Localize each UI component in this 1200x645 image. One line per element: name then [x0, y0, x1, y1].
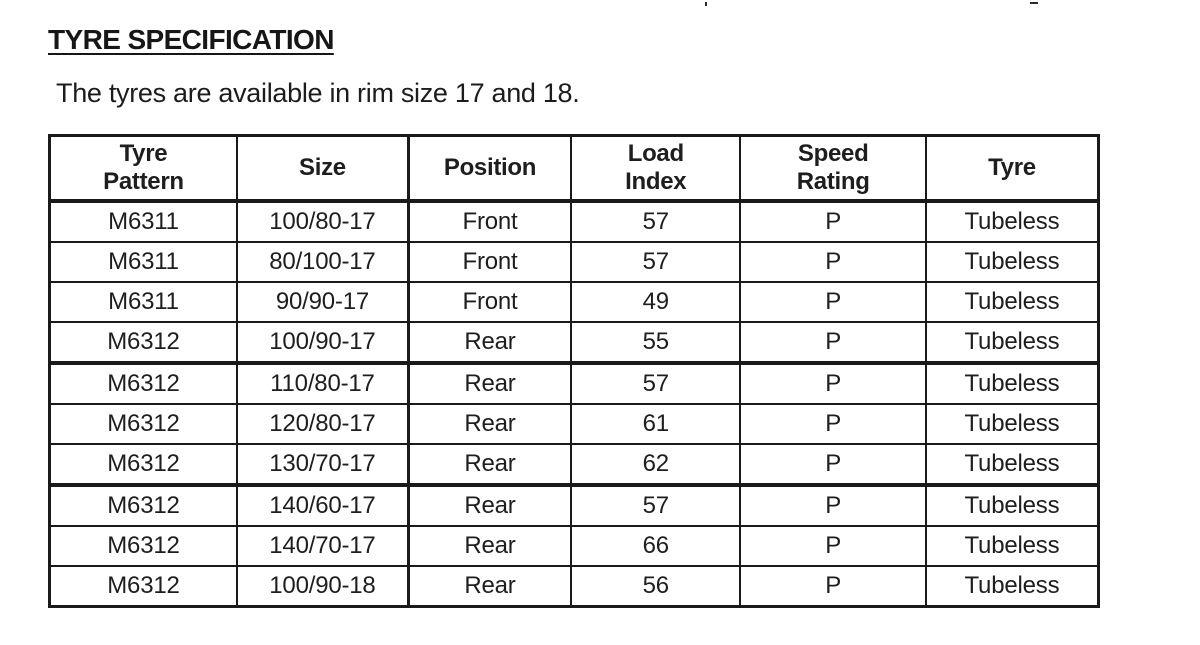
table-row: M6312 130/70-17 Rear 62 P Tubeless	[48, 443, 1100, 486]
cell-position: Front	[407, 241, 573, 283]
cell-speed-rating: P	[739, 362, 927, 405]
cell-size: 140/60-17	[235, 484, 410, 527]
cell-load-index: 66	[570, 525, 742, 567]
cell-tyre-pattern: M6311	[48, 200, 238, 243]
cell-position: Rear	[407, 321, 573, 364]
cropped-previous-text	[0, 0, 1200, 10]
cell-size: 80/100-17	[235, 241, 410, 283]
table-row: M6311 100/80-17 Front 57 P Tubeless	[48, 200, 1100, 243]
cell-tyre-pattern: M6312	[48, 443, 238, 486]
table-row: M6312 100/90-18 Rear 56 P Tubeless	[48, 565, 1100, 608]
cell-speed-rating: P	[739, 241, 927, 283]
header-line: Pattern	[103, 168, 184, 195]
cell-load-index: 49	[570, 281, 742, 323]
cell-tyre: Tubeless	[924, 403, 1100, 445]
cell-tyre-pattern: M6312	[48, 525, 238, 567]
table-row: M6312 110/80-17 Rear 57 P Tubeless	[48, 362, 1100, 405]
cell-speed-rating: P	[739, 200, 927, 243]
cell-size: 90/90-17	[235, 281, 410, 323]
cell-size: 100/80-17	[235, 200, 410, 243]
cell-load-index: 55	[570, 321, 742, 364]
cell-speed-rating: P	[739, 281, 927, 323]
intro-text: The tyres are available in rim size 17 a…	[56, 78, 580, 108]
cell-position: Front	[407, 281, 573, 323]
cell-tyre: Tubeless	[924, 565, 1100, 608]
cell-load-index: 56	[570, 565, 742, 608]
table-row: M6312 100/90-17 Rear 55 P Tubeless	[48, 321, 1100, 364]
table-row: M6312 140/70-17 Rear 66 P Tubeless	[48, 525, 1100, 567]
cell-load-index: 57	[570, 484, 742, 527]
cell-position: Rear	[407, 525, 573, 567]
cell-tyre-pattern: M6311	[48, 241, 238, 283]
cell-position: Rear	[407, 565, 573, 608]
cell-tyre: Tubeless	[924, 362, 1100, 405]
header-position: Position	[407, 134, 573, 202]
header-size: Size	[235, 134, 410, 202]
cell-position: Rear	[407, 362, 573, 405]
cell-position: Front	[407, 200, 573, 243]
header-line: Speed	[797, 140, 869, 167]
cell-tyre-pattern: M6312	[48, 403, 238, 445]
cell-tyre: Tubeless	[924, 321, 1100, 364]
cropped-glyph	[705, 0, 707, 6]
header-row: Tyre Pattern Size Position Load Index Spee…	[48, 134, 1100, 202]
header-speed-rating: Speed Rating	[739, 134, 927, 202]
cell-position: Rear	[407, 443, 573, 486]
table-body: M6311 100/80-17 Front 57 P Tubeless M6311 80/10…	[48, 200, 1100, 608]
header-load-index: Load Index	[570, 134, 742, 202]
tyre-specification-table: Tyre Pattern Size Position Load Index Spee…	[48, 134, 1100, 608]
cell-load-index: 62	[570, 443, 742, 486]
cell-tyre: Tubeless	[924, 525, 1100, 567]
cell-size: 100/90-17	[235, 321, 410, 364]
cell-tyre: Tubeless	[924, 200, 1100, 243]
cell-size: 140/70-17	[235, 525, 410, 567]
cell-load-index: 57	[570, 200, 742, 243]
cell-size: 120/80-17	[235, 403, 410, 445]
cell-tyre: Tubeless	[924, 281, 1100, 323]
section-title: TYRE SPECIFICATION	[48, 24, 334, 55]
header-tyre-pattern: Tyre Pattern	[48, 134, 238, 202]
table-row: M6311 80/100-17 Front 57 P Tubeless	[48, 241, 1100, 283]
header-tyre: Tyre	[924, 134, 1100, 202]
cell-speed-rating: P	[739, 443, 927, 486]
cell-load-index: 61	[570, 403, 742, 445]
cell-tyre-pattern: M6312	[48, 484, 238, 527]
cell-position: Rear	[407, 484, 573, 527]
cell-position: Rear	[407, 403, 573, 445]
table-row: M6311 90/90-17 Front 49 P Tubeless	[48, 281, 1100, 323]
cell-load-index: 57	[570, 362, 742, 405]
cropped-glyph	[1030, 0, 1038, 4]
header-line: Rating	[796, 168, 870, 195]
cell-size: 110/80-17	[235, 362, 410, 405]
cell-load-index: 57	[570, 241, 742, 283]
cell-speed-rating: P	[739, 484, 927, 527]
header-line: Index	[625, 168, 687, 195]
cell-speed-rating: P	[739, 565, 927, 608]
cell-size: 100/90-18	[235, 565, 410, 608]
cell-tyre-pattern: M6312	[48, 362, 238, 405]
cell-tyre-pattern: M6312	[48, 321, 238, 364]
cell-speed-rating: P	[739, 403, 927, 445]
cell-speed-rating: P	[739, 321, 927, 364]
header-line: Load	[627, 140, 684, 167]
cell-speed-rating: P	[739, 525, 927, 567]
cell-tyre: Tubeless	[924, 484, 1100, 527]
cell-tyre-pattern: M6312	[48, 565, 238, 608]
table-header: Tyre Pattern Size Position Load Index Spee…	[48, 134, 1100, 202]
cell-tyre: Tubeless	[924, 241, 1100, 283]
table-row: M6312 140/60-17 Rear 57 P Tubeless	[48, 484, 1100, 527]
cell-tyre: Tubeless	[924, 443, 1100, 486]
cell-size: 130/70-17	[235, 443, 410, 486]
header-line: Tyre	[119, 140, 168, 167]
table-row: M6312 120/80-17 Rear 61 P Tubeless	[48, 403, 1100, 445]
cell-tyre-pattern: M6311	[48, 281, 238, 323]
